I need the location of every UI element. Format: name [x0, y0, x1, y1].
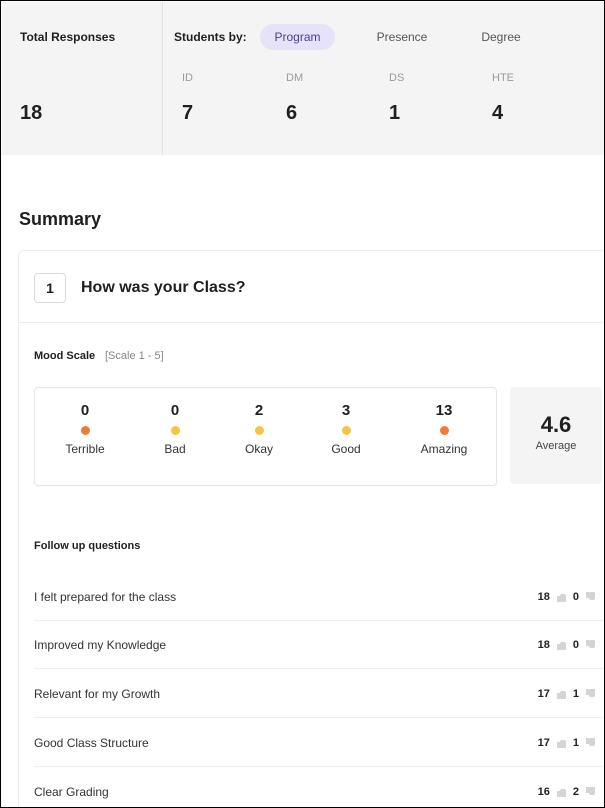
mood-name: Okay [244, 442, 273, 456]
thumbs-up-icon [556, 787, 566, 797]
program-hte-label: HTE [492, 72, 514, 84]
followup-text: Improved my Knowledge [34, 638, 167, 652]
program-dm-label: DM [286, 72, 304, 84]
summary-title: Summary [19, 209, 102, 229]
mood-count: 0 [80, 402, 90, 419]
mood-count: 0 [170, 402, 180, 419]
average-label: Average [535, 440, 577, 452]
upvote-count: 18 [537, 639, 550, 651]
mood-item-amazing: 13 Amazing [404, 402, 484, 456]
row-divider [34, 717, 604, 718]
mood-name: Good [331, 442, 361, 456]
program-hte-value: 4 [492, 102, 504, 124]
mood-scale-label: Mood Scale [34, 350, 96, 362]
followup-votes: 16 2 [538, 786, 602, 798]
followup-text: Relevant for my Growth [34, 687, 161, 701]
stats-divider [162, 2, 163, 155]
thumbs-up-icon [556, 738, 566, 748]
heart-eyes-face-icon [439, 426, 449, 435]
upvote-count: 17 [537, 688, 550, 700]
mood-name: Terrible [65, 442, 105, 456]
followup-text: Good Class Structure [34, 736, 149, 750]
row-divider [34, 668, 604, 669]
upvote-count: 16 [537, 786, 550, 798]
downvote-count: 0 [572, 639, 579, 651]
thumbs-up-icon [556, 592, 566, 602]
mood-count: 13 [435, 402, 453, 419]
mood-item-okay: 2 Okay [219, 402, 299, 456]
downvote-count: 0 [572, 591, 579, 603]
followup-text: Clear Grading [34, 785, 109, 799]
angry-face-icon [80, 426, 90, 435]
followup-votes: 17 1 [538, 688, 602, 700]
mood-item-terrible: 0 Terrible [45, 402, 125, 456]
thumbs-up-icon [556, 689, 566, 699]
followup-row: Clear Grading 16 2 [34, 768, 604, 807]
average-box: 4.6 Average [510, 387, 602, 484]
program-id-label: ID [182, 72, 193, 84]
downvote-count: 1 [572, 737, 579, 749]
sad-face-icon [170, 426, 180, 435]
followup-votes: 17 1 [538, 737, 602, 749]
thumbs-up-icon [556, 640, 566, 650]
mood-name: Amazing [420, 442, 468, 456]
followup-votes: 18 0 [538, 639, 602, 651]
followup-title: Follow up questions [34, 540, 141, 552]
page-frame: Total Responses 18 Students by: Program … [0, 0, 605, 808]
question-card: 1 How was your Class? Mood Scale [Scale … [18, 250, 604, 807]
thumbs-down-icon [585, 787, 595, 797]
mood-count: 2 [254, 402, 264, 419]
total-responses-label: Total Responses [20, 30, 116, 44]
card-divider [19, 322, 604, 323]
program-id-value: 7 [182, 102, 194, 124]
upvote-count: 18 [537, 591, 550, 603]
downvote-count: 1 [572, 688, 579, 700]
program-dm-value: 6 [286, 102, 298, 124]
question-number: 1 [34, 273, 66, 303]
tab-program[interactable]: Program [260, 24, 335, 50]
thumbs-down-icon [585, 738, 595, 748]
total-responses-value: 18 [20, 102, 43, 124]
followup-text: I felt prepared for the class [34, 590, 177, 604]
mood-name: Bad [164, 442, 186, 456]
mood-distribution: 0 Terrible 0 Bad 2 Okay 3 Good 13 Amazin… [34, 387, 497, 486]
thumbs-down-icon [585, 592, 595, 602]
thumbs-down-icon [585, 689, 595, 699]
program-ds-label: DS [389, 72, 405, 84]
row-divider [34, 766, 604, 767]
mood-item-bad: 0 Bad [135, 402, 215, 456]
followup-row: Good Class Structure 17 1 [34, 719, 604, 767]
tab-degree[interactable]: Degree [472, 24, 530, 50]
followup-row: Relevant for my Growth 17 1 [34, 670, 604, 718]
question-title: How was your Class? [81, 279, 246, 296]
students-by-label: Students by: [174, 30, 247, 44]
stats-panel: Total Responses 18 Students by: Program … [2, 2, 604, 155]
followup-votes: 18 0 [538, 591, 602, 603]
followup-row: Improved my Knowledge 18 0 [34, 621, 604, 669]
neutral-face-icon [254, 426, 264, 435]
upvote-count: 17 [537, 737, 550, 749]
mood-count: 3 [341, 402, 351, 419]
average-value: 4.6 [540, 412, 572, 437]
smile-face-icon [341, 426, 351, 435]
followup-row: I felt prepared for the class 18 0 [34, 573, 604, 621]
mood-scale-range: [Scale 1 - 5] [105, 350, 164, 362]
downvote-count: 2 [572, 786, 579, 798]
tab-presence[interactable]: Presence [362, 24, 442, 50]
mood-item-good: 3 Good [306, 402, 386, 456]
thumbs-down-icon [585, 640, 595, 650]
program-ds-value: 1 [389, 102, 401, 124]
